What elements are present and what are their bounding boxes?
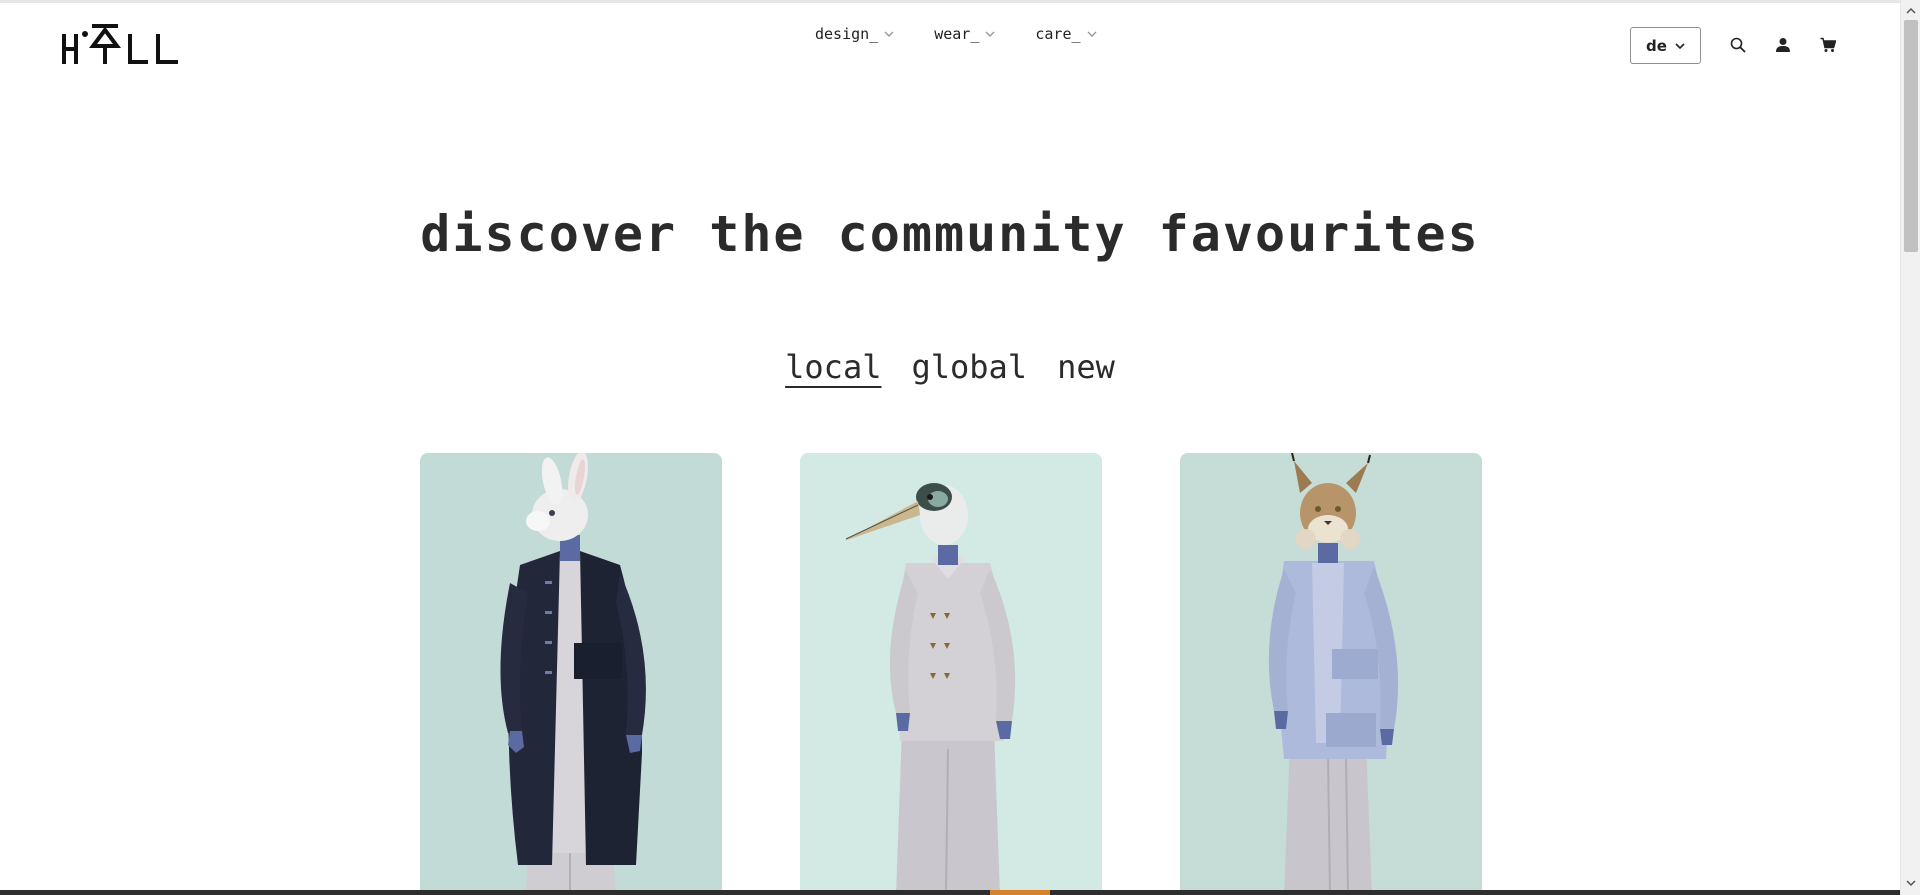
logo-mark-icon bbox=[62, 24, 178, 64]
search-icon bbox=[1730, 37, 1746, 53]
chevron-down-icon bbox=[985, 31, 995, 37]
product-card[interactable] bbox=[800, 453, 1102, 895]
bottom-edge-strip bbox=[0, 890, 1900, 895]
user-icon bbox=[1776, 38, 1790, 52]
main-nav: design_ wear_ care_ bbox=[815, 25, 1097, 43]
cart-icon bbox=[1820, 37, 1836, 52]
product-card[interactable] bbox=[420, 453, 722, 895]
tab-global[interactable]: global bbox=[911, 348, 1027, 388]
product-grid bbox=[0, 453, 1900, 895]
nav-care-label: care_ bbox=[1035, 25, 1081, 43]
nav-wear[interactable]: wear_ bbox=[934, 25, 995, 43]
scroll-thumb[interactable] bbox=[1904, 20, 1918, 252]
chevron-down-icon bbox=[884, 31, 894, 37]
account-button[interactable] bbox=[1772, 34, 1794, 56]
chevron-down-icon bbox=[1087, 31, 1097, 37]
chevron-down-icon bbox=[1675, 42, 1685, 49]
product-card[interactable] bbox=[1180, 453, 1482, 895]
favourites-tabs: local global new bbox=[0, 348, 1900, 388]
nav-wear-label: wear_ bbox=[934, 25, 980, 43]
scroll-down-arrow-icon[interactable] bbox=[1906, 878, 1916, 888]
language-select[interactable]: de bbox=[1630, 27, 1701, 64]
page-title: discover the community favourites bbox=[420, 205, 1480, 263]
product-image-rabbit bbox=[500, 453, 646, 895]
product-image-lynx bbox=[1268, 453, 1399, 895]
site-header: design_ wear_ care_ de bbox=[0, 3, 1900, 83]
language-value: de bbox=[1646, 36, 1667, 55]
scroll-up-arrow-icon[interactable] bbox=[1906, 6, 1916, 16]
page-scrollbar[interactable] bbox=[1900, 0, 1920, 895]
search-button[interactable] bbox=[1727, 34, 1749, 56]
nav-care[interactable]: care_ bbox=[1035, 25, 1097, 43]
nav-design[interactable]: design_ bbox=[815, 25, 894, 43]
product-image-stork bbox=[844, 483, 1016, 895]
bottom-accent bbox=[990, 890, 1050, 895]
nav-design-label: design_ bbox=[815, 25, 879, 43]
tab-local[interactable]: local bbox=[785, 348, 881, 388]
tab-new[interactable]: new bbox=[1057, 348, 1115, 388]
logo[interactable] bbox=[60, 22, 186, 68]
cart-button[interactable] bbox=[1817, 34, 1839, 56]
